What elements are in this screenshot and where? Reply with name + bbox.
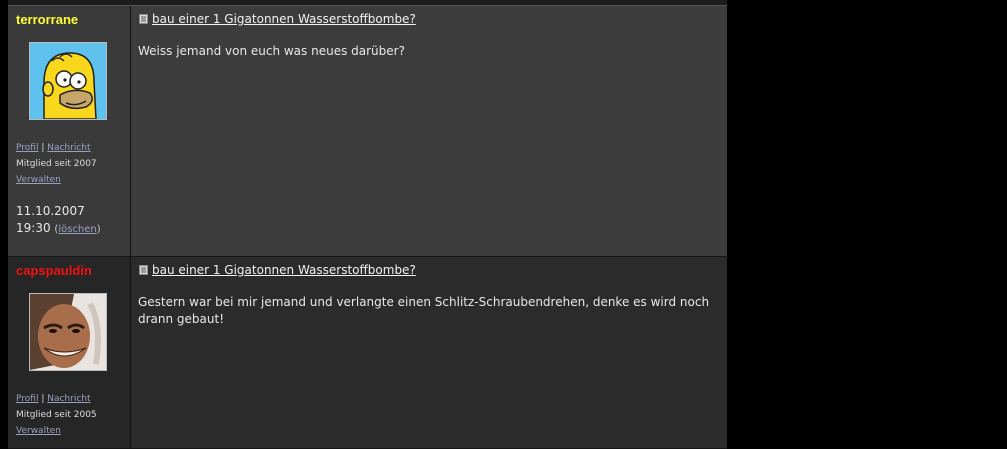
member-since: Mitglied seit 2007 — [16, 159, 97, 169]
post-author-panel: terrorrane Profil | Nachricht Mitglied s… — [8, 6, 131, 256]
post-date-value: 11.10.2007 — [16, 204, 85, 218]
forum-post: terrorrane Profil | Nachricht Mitglied s… — [8, 6, 727, 257]
delete-link[interactable]: löschen — [58, 224, 96, 235]
profile-link[interactable]: Profil — [16, 143, 38, 153]
post-title-row: bau einer 1 Gigatonnen Wasserstoffbombe? — [139, 12, 416, 26]
forum-post: capspauldin Profil | Nachricht Mitglied … — [8, 257, 727, 449]
avatar[interactable] — [29, 293, 107, 371]
forum-thread: terrorrane Profil | Nachricht Mitglied s… — [0, 0, 727, 449]
avatar-image — [30, 43, 106, 119]
post-content: bau einer 1 Gigatonnen Wasserstoffbombe?… — [131, 6, 727, 256]
manage-link[interactable]: Verwalten — [16, 175, 61, 185]
avatar[interactable] — [29, 42, 107, 120]
author-meta: Profil | Nachricht Mitglied seit 2005 Ve… — [16, 394, 97, 436]
profile-link[interactable]: Profil — [16, 394, 38, 404]
author-meta: Profil | Nachricht Mitglied seit 2007 Ve… — [16, 143, 97, 185]
post-document-icon — [139, 265, 148, 275]
username-link[interactable]: terrorrane — [16, 12, 78, 27]
manage-link[interactable]: Verwalten — [16, 426, 61, 436]
post-title-row: bau einer 1 Gigatonnen Wasserstoffbombe? — [139, 263, 416, 277]
post-body: Weiss jemand von euch was neues darüber? — [138, 44, 405, 58]
message-link[interactable]: Nachricht — [47, 394, 90, 404]
member-since: Mitglied seit 2005 — [16, 410, 97, 420]
post-body: Gestern war bei mir jemand und verlangte… — [138, 295, 710, 326]
post-title-link[interactable]: bau einer 1 Gigatonnen Wasserstoffbombe? — [152, 12, 416, 26]
post-content: bau einer 1 Gigatonnen Wasserstoffbombe?… — [131, 257, 727, 448]
username-link[interactable]: capspauldin — [16, 263, 92, 278]
post-time-value: 19:30 — [16, 221, 51, 235]
post-document-icon — [139, 14, 148, 24]
post-date: 11.10.2007 19:30 (löschen) — [16, 204, 101, 235]
avatar-image — [30, 294, 106, 370]
post-title-link[interactable]: bau einer 1 Gigatonnen Wasserstoffbombe? — [152, 263, 416, 277]
message-link[interactable]: Nachricht — [47, 143, 90, 153]
post-author-panel: capspauldin Profil | Nachricht Mitglied … — [8, 257, 131, 448]
